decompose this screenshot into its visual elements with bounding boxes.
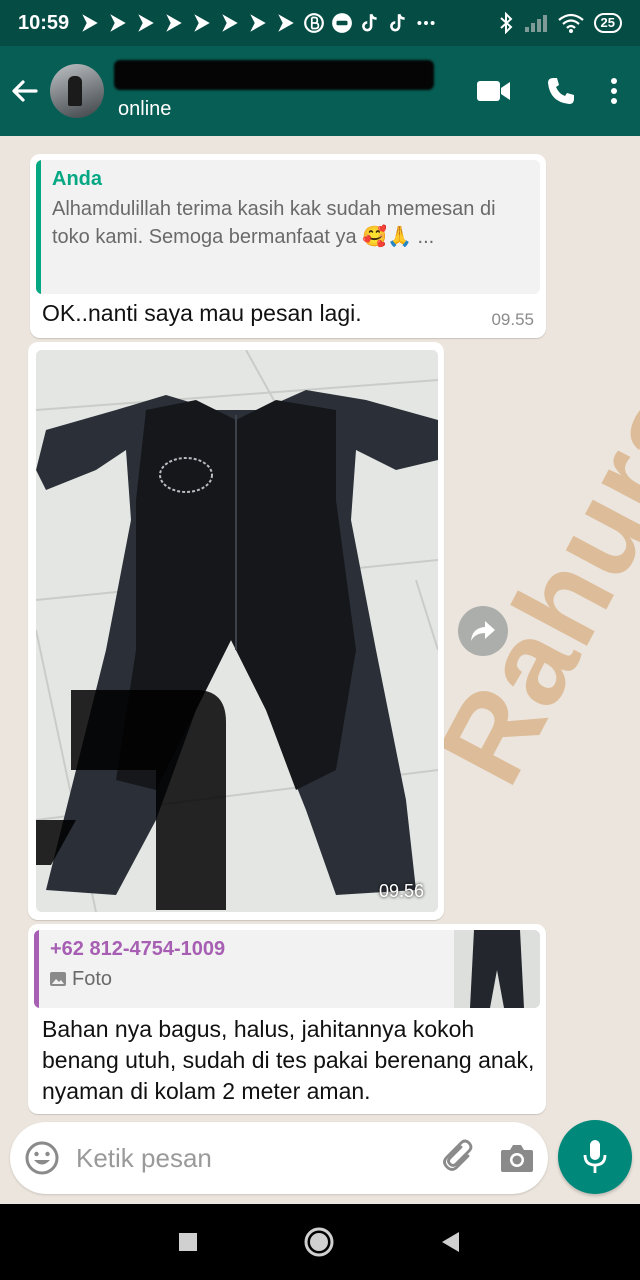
chat-header: online <box>0 46 640 136</box>
play-notification-icon <box>110 14 126 32</box>
play-notification-icon <box>194 14 210 32</box>
play-notification-icon <box>138 14 154 32</box>
message-bubble[interactable]: Anda Alhamdulillah terima kasih kak suda… <box>30 154 546 338</box>
line-app-icon <box>332 13 353 33</box>
clock: 10:59 <box>18 11 70 34</box>
forward-arrow-icon <box>471 621 495 641</box>
quote-thumbnail <box>454 930 540 1008</box>
chat-area[interactable]: Rahura Anda Alhamdulillah terima kasih k… <box>0 136 640 1204</box>
quote-author: +62 812-4754-1009 <box>50 938 226 960</box>
play-notification-icon <box>250 14 266 32</box>
play-notification-icon <box>278 14 294 32</box>
image-icon <box>50 972 66 986</box>
photo-message[interactable]: 09.56 <box>28 342 444 920</box>
quote-bar <box>34 930 39 1008</box>
back-nav-icon[interactable] <box>439 1230 463 1254</box>
swimsuit-photo <box>36 350 438 912</box>
message-bubble[interactable]: +62 812-4754-1009 Foto Bahan nya bagus, … <box>28 924 546 1114</box>
contact-avatar[interactable] <box>50 64 104 118</box>
message-input[interactable]: Ketik pesan <box>76 1143 440 1174</box>
message-text: OK..nanti saya mau pesan lagi. <box>42 300 362 326</box>
header-actions <box>476 76 640 106</box>
contact-status: online <box>118 98 172 120</box>
wifi-icon <box>557 13 584 33</box>
forward-button[interactable] <box>458 606 508 656</box>
quote-author: Anda <box>52 168 102 190</box>
quote-text: Alhamdulillah terima kasih kak sudah mem… <box>52 198 496 248</box>
tiktok-icon <box>390 13 405 32</box>
play-notification-icon <box>82 14 98 32</box>
message-input-bar[interactable]: Ketik pesan <box>10 1122 548 1194</box>
signal-icon <box>524 15 547 32</box>
quote-type-label: Foto <box>72 968 113 990</box>
home-icon[interactable] <box>303 1226 335 1258</box>
system-icons: 25 <box>498 12 622 34</box>
quote-bar <box>36 160 41 294</box>
status-bar: 10:59 25 <box>0 0 640 46</box>
emoji-icon[interactable] <box>24 1140 60 1176</box>
photo-time: 09.56 <box>378 881 424 901</box>
b-circle-icon <box>304 13 325 33</box>
camera-icon[interactable] <box>500 1143 534 1173</box>
play-notification-icon <box>166 14 182 32</box>
back-button[interactable] <box>0 46 50 136</box>
arrow-left-icon <box>12 80 38 102</box>
watermark: Rahura <box>413 365 640 805</box>
attach-icon[interactable] <box>440 1139 478 1177</box>
redacted-contact-name <box>114 60 434 90</box>
quote-type: Foto <box>50 965 430 993</box>
message-text: Bahan nya bagus, halus, jahitannya kokoh… <box>42 1016 535 1104</box>
tiktok-icon <box>362 13 377 32</box>
battery-indicator: 25 <box>593 13 622 33</box>
quoted-message[interactable]: +62 812-4754-1009 Foto <box>34 930 540 1008</box>
voice-message-button[interactable] <box>558 1120 632 1194</box>
video-call-icon[interactable] <box>476 79 512 103</box>
recent-apps-icon[interactable] <box>177 1231 199 1253</box>
play-notification-icon <box>222 14 238 32</box>
system-navigation-bar <box>0 1204 640 1280</box>
message-time: 09.55 <box>491 310 534 329</box>
photo-image[interactable]: 09.56 <box>36 350 438 912</box>
contact-info[interactable]: online <box>114 46 476 136</box>
more-options-icon[interactable] <box>610 76 618 106</box>
phone-call-icon[interactable] <box>546 76 576 106</box>
microphone-icon <box>583 1140 607 1173</box>
bluetooth-icon <box>499 12 512 34</box>
more-notifications-icon <box>417 21 435 25</box>
quoted-message[interactable]: Anda Alhamdulillah terima kasih kak suda… <box>36 160 540 294</box>
notification-icons <box>79 12 497 34</box>
